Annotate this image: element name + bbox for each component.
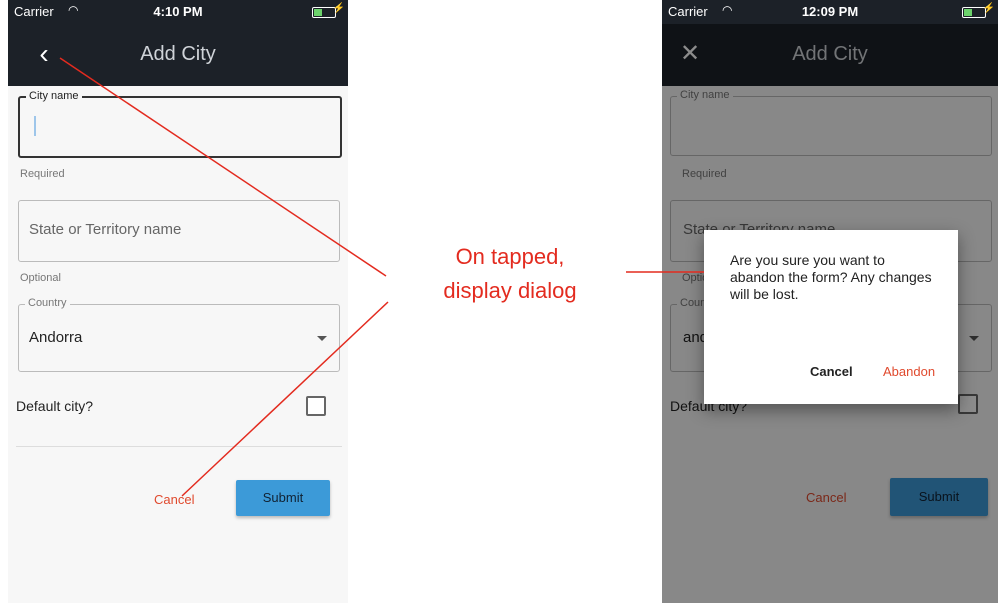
annotation-line-2: display dialog xyxy=(443,278,577,303)
dialog-abandon-button[interactable]: Abandon xyxy=(883,364,935,379)
country-value: Andorra xyxy=(29,329,83,346)
status-time: 12:09 PM xyxy=(801,4,859,19)
city-name-legend: City name xyxy=(26,90,82,102)
divider xyxy=(16,446,342,447)
default-city-label: Default city? xyxy=(16,398,94,414)
dialog-message: Are you sure you want to abandon the for… xyxy=(730,252,932,302)
country-legend: Country xyxy=(25,297,70,309)
state-name-field[interactable]: State or Territory name xyxy=(18,200,340,262)
status-bar: Carrier ◠ 4:10 PM ⚡ xyxy=(8,0,348,24)
nav-bar: ‹ Add City xyxy=(8,24,348,86)
dialog-cancel-button[interactable]: Cancel xyxy=(810,364,853,379)
abandon-dialog: Are you sure you want to abandon the for… xyxy=(704,230,958,404)
annotation-line-1: On tapped, xyxy=(455,244,565,269)
city-name-helper: Required xyxy=(20,168,65,180)
state-name-helper: Optional xyxy=(20,272,61,284)
country-select[interactable]: Country Andorra xyxy=(18,297,340,372)
charging-icon: ⚡ xyxy=(332,3,345,14)
phone-screen-right: Carrier ◠ 12:09 PM ⚡ ✕ Add City City nam… xyxy=(662,0,998,603)
text-caret xyxy=(34,116,36,136)
state-name-placeholder: State or Territory name xyxy=(29,221,182,238)
city-name-field[interactable]: City name xyxy=(18,90,342,158)
status-bar: Carrier ◠ 12:09 PM ⚡ xyxy=(662,0,998,24)
page-title: Add City xyxy=(140,43,216,65)
cancel-button[interactable]: Cancel xyxy=(154,492,194,507)
phone-screen-left: Carrier ◠ 4:10 PM ⚡ ‹ Add City City name… xyxy=(8,0,348,603)
dropdown-arrow-icon xyxy=(317,336,327,341)
default-city-checkbox[interactable] xyxy=(306,396,326,416)
charging-icon: ⚡ xyxy=(982,3,995,14)
status-time: 4:10 PM xyxy=(153,4,203,19)
submit-button[interactable]: Submit xyxy=(236,480,330,516)
annotation-text: On tapped, display dialog xyxy=(410,240,610,308)
